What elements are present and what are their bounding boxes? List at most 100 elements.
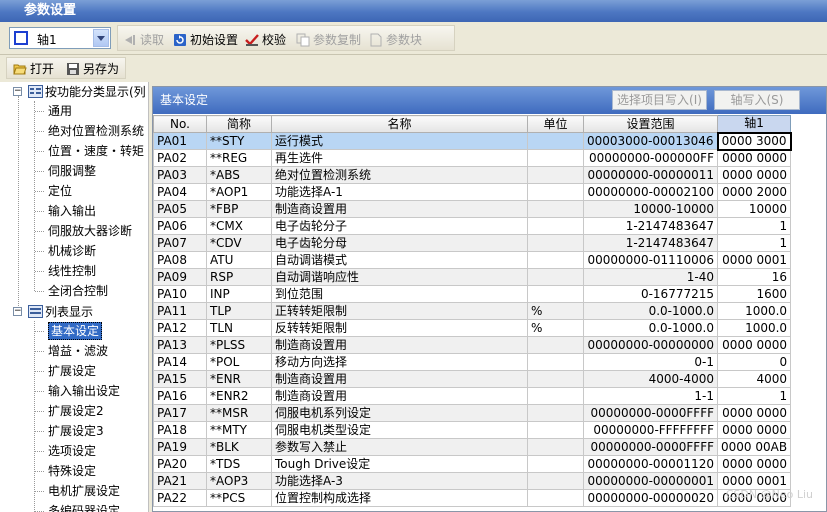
table-row[interactable]: PA21 *AOP3 功能选择A-3 00000000-00000001 0000 00… [153,472,792,490]
table-row[interactable]: PA15 *ENR 制造商设置用 4000-4000 4000 [153,370,792,388]
param-range: 00000000-0000FFFF [583,438,718,456]
param-abbreviation: **STY [206,132,272,150]
column-header-no[interactable]: No. [153,115,207,133]
tree-item-general[interactable]: 通用 [48,101,72,121]
tree-item-io-settings[interactable]: 输入输出设定 [48,381,120,401]
table-row[interactable]: PA09 RSP 自动调谐响应性 1-40 16 [153,268,792,286]
column-header-abbreviation[interactable]: 简称 [206,115,272,133]
param-name: 制造商设置用 [271,336,528,354]
param-value[interactable]: 0000 0000 [716,166,792,184]
table-row[interactable]: PA05 *FBP 制造商设置用 10000-10000 10000 [153,200,792,218]
axis-write-button[interactable]: 轴写入(S) [714,90,800,110]
write-selected-button[interactable]: 选择项目写入(I) [612,90,707,110]
parameter-block-button[interactable]: 参数块 [367,31,422,49]
tree-item-amplifier-diagnosis[interactable]: 伺服放大器诊断 [48,221,132,241]
verify-button[interactable]: 校验 [243,31,286,49]
param-value[interactable]: 1000.0 [716,302,792,320]
param-unit [527,472,584,490]
tree-item-absolute-position[interactable]: 绝对位置检测系统 [48,121,144,141]
param-value[interactable]: 1 [716,387,792,405]
tree-item-motor-extended-settings[interactable]: 电机扩展设定 [48,481,120,501]
param-value[interactable]: 1600 [716,285,792,303]
tree-item-machine-diagnosis[interactable]: 机械诊断 [48,241,96,261]
param-number: PA17 [153,404,207,422]
param-value[interactable]: 10000 [716,200,792,218]
table-row[interactable]: PA04 *AOP1 功能选择A-1 00000000-00002100 0000 20… [153,183,792,201]
table-row[interactable]: PA01 **STY 运行模式 00003000-00013046 0000 3000 [153,131,792,151]
param-value[interactable]: 0000 0000 [716,421,792,439]
read-button[interactable]: 读取 [121,31,164,49]
param-value[interactable]: 1 [716,234,792,252]
table-row[interactable]: PA18 **MTY 伺服电机类型设定 00000000-FFFFFFFF 0000 0… [153,421,792,439]
tree-item-special-settings[interactable]: 特殊设定 [48,461,96,481]
table-row[interactable]: PA02 **REG 再生选件 00000000-000000FF 0000 0000 [153,149,792,167]
param-value[interactable]: 0000 0001 [716,251,792,269]
table-row[interactable]: PA22 **PCS 位置控制构成选择 00000000-00000020 0000 0… [153,489,792,507]
table-row[interactable]: PA11 TLP 正转转矩限制% 0.0-1000.0 1000.0 [153,302,792,320]
table-row[interactable]: PA07 *CDV 电子齿轮分母 1-2147483647 1 [153,234,792,252]
param-value[interactable]: 0000 3000 [716,131,792,151]
tree-item-gain-filter[interactable]: 增益・滤波 [48,341,108,361]
column-header-axis1[interactable]: 轴1 [716,115,792,133]
tree-item-basic-settings[interactable]: 基本设定 [48,321,103,341]
panel-title: 基本设定 [160,93,209,107]
param-value[interactable]: 0000 0000 [716,455,792,473]
table-row[interactable]: PA17 **MSR 伺服电机系列设定 00000000-0000FFFF 0000 0… [153,404,792,422]
read-arrow-icon [125,35,135,45]
tree-item-positioning[interactable]: 定位 [48,181,72,201]
param-value[interactable]: 0000 0000 [716,336,792,354]
param-value[interactable]: 0000 0001 [716,472,792,490]
param-name: 到位范围 [271,285,528,303]
table-row[interactable]: PA16 *ENR2 制造商设置用 1-1 1 [153,387,792,405]
param-value[interactable]: 16 [716,268,792,286]
open-button[interactable]: 打开 [11,60,54,78]
param-range: 00000000-00000011 [583,166,718,184]
column-header-name[interactable]: 名称 [271,115,528,133]
tree-item-extended-settings-2[interactable]: 扩展设定2 [48,401,104,421]
param-name: 正转转矩限制 [271,302,528,320]
column-header-range[interactable]: 设置范围 [583,115,718,133]
tree-item-extended-settings-3[interactable]: 扩展设定3 [48,421,104,441]
tree-item-position-speed-torque[interactable]: 位置・速度・转矩 [48,141,144,161]
tree-item-servo-adjust[interactable]: 伺服调整 [48,161,96,181]
param-value[interactable]: 1000.0 [716,319,792,337]
table-row[interactable]: PA19 *BLK 参数写入禁止 00000000-0000FFFF 0000 00AB [153,438,792,456]
table-row[interactable]: PA13 *PLSS 制造商设置用 00000000-00000000 0000 000… [153,336,792,354]
axis-selector[interactable]: 轴1 [9,27,111,49]
param-number: PA04 [153,183,207,201]
table-row[interactable]: PA06 *CMX 电子齿轮分子 1-2147483647 1 [153,217,792,235]
table-row[interactable]: PA03 *ABS 绝对位置检测系统 00000000-00000011 0000 00… [153,166,792,184]
table-row[interactable]: PA14 *POL 移动方向选择 0-1 0 [153,353,792,371]
collapse-icon[interactable]: − [13,307,22,316]
param-value[interactable]: 0000 0000 [716,404,792,422]
parameter-panel: 基本设定 选择项目写入(I) 轴写入(S) No. 简称 名称 单位 设置范围 … [152,86,827,512]
chevron-down-icon[interactable] [93,29,109,47]
param-value[interactable]: 0000 0000 [716,149,792,167]
param-abbreviation: *AOP1 [206,183,272,201]
table-row[interactable]: PA12 TLN 反转转矩限制% 0.0-1000.0 1000.0 [153,319,792,337]
save-as-button[interactable]: 另存为 [64,60,119,78]
tree-group-by-function[interactable]: 按功能分类显示(列 [45,82,146,102]
tree-item-io[interactable]: 输入输出 [48,201,96,221]
tree-item-option-settings[interactable]: 选项设定 [48,441,96,461]
tree-item-extended-settings[interactable]: 扩展设定 [48,361,96,381]
tree-item-fully-closed-control[interactable]: 全闭合控制 [48,281,108,301]
tree-group-list-display[interactable]: 列表显示 [45,302,93,322]
param-value[interactable]: 0000 2000 [716,183,792,201]
table-row[interactable]: PA08 ATU 自动调谐模式 00000000-01110006 0000 0001 [153,251,792,269]
table-row[interactable]: PA20 *TDS Tough Drive设定 00000000-00001120 00… [153,455,792,473]
checkmark-icon [245,34,259,46]
param-unit [527,251,584,269]
column-header-unit[interactable]: 单位 [527,115,584,133]
param-value[interactable]: 4000 [716,370,792,388]
parameter-copy-button[interactable]: 参数复制 [294,31,361,49]
initial-settings-button[interactable]: 初始设置 [171,31,238,49]
param-range: 1-1 [583,387,718,405]
tree-item-linear-control[interactable]: 线性控制 [48,261,96,281]
tree-item-multi-encoder-settings[interactable]: 多编码器设定 [48,501,120,512]
param-value[interactable]: 1 [716,217,792,235]
table-row[interactable]: PA10 INP 到位范围 0-16777215 1600 [153,285,792,303]
param-value[interactable]: 0 [716,353,792,371]
collapse-icon[interactable]: − [13,87,22,96]
param-value[interactable]: 0000 00AB [716,438,792,456]
